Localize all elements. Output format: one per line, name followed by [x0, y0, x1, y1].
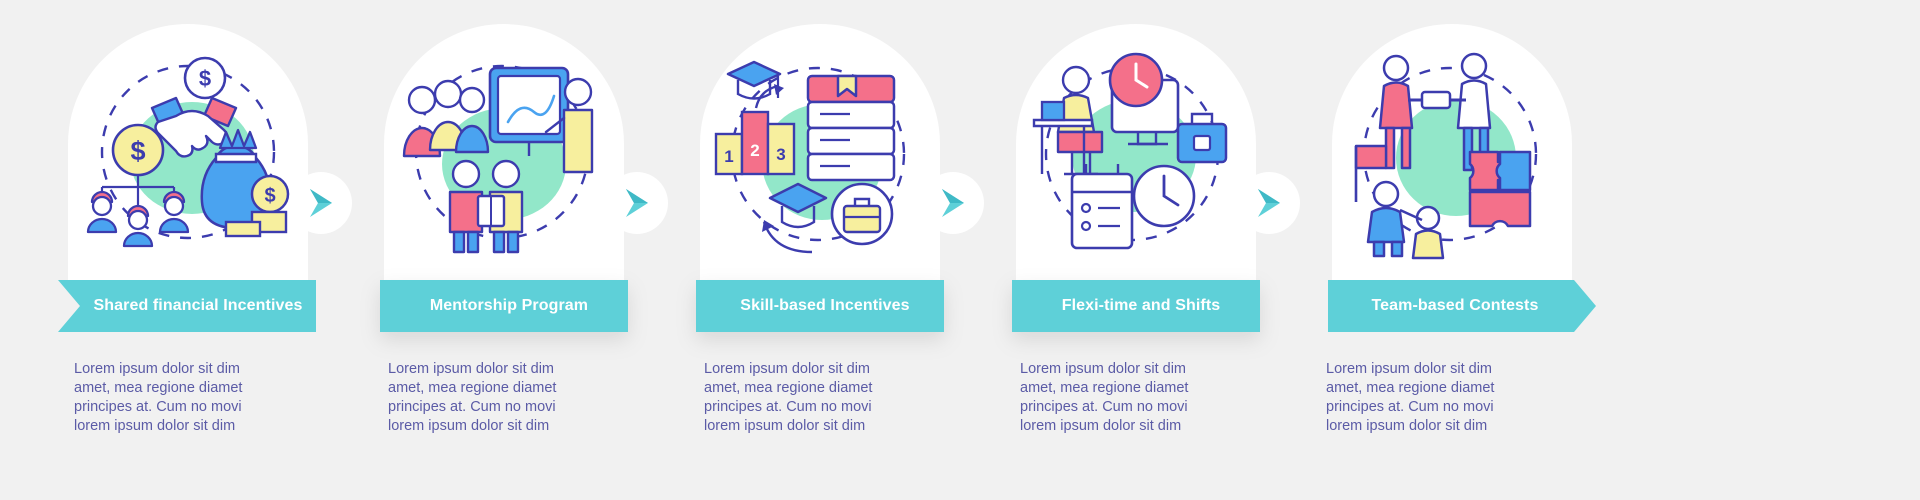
step-column-2: Mentorship Program Lorem ipsum dolor sit… [368, 0, 670, 500]
step-banner-2[interactable]: Mentorship Program [380, 280, 628, 332]
chevron-right-icon [942, 189, 964, 217]
step-title-line1: Flexi-time and [1061, 296, 1171, 314]
step-banner-1[interactable]: Shared financial Incentives [58, 280, 316, 332]
step-column-5: Team-based Contests Lorem ipsum dolor si… [1316, 0, 1618, 500]
step-banner-4[interactable]: Flexi-time and Shifts [1012, 280, 1260, 332]
step-title-line1: Skill-based [740, 296, 826, 314]
svg-text:$: $ [264, 185, 275, 207]
connector-chevron-4 [1238, 172, 1300, 234]
connector-chevron-1 [290, 172, 352, 234]
step-title-3: Skill-based Incentives [730, 297, 909, 315]
step-title-4: Flexi-time and Shifts [1052, 297, 1221, 315]
graduation-books-icon: 1 2 3 [712, 46, 928, 262]
desk-clock-calendar-icon [1028, 46, 1244, 262]
step-title-line2: Program [521, 296, 589, 314]
chevron-right-icon [626, 189, 648, 217]
step-title-line1: Mentorship [429, 296, 518, 314]
step-title-line1: Team-based [1371, 296, 1465, 314]
connector-chevron-2 [606, 172, 668, 234]
step-title-line2: Shifts [1175, 296, 1221, 314]
svg-text:1: 1 [724, 147, 733, 166]
step-description-2: Lorem ipsum dolor sit dim amet, mea regi… [388, 361, 557, 434]
connector-chevron-3 [922, 172, 984, 234]
step-title-line2: Contests [1469, 296, 1539, 314]
step-title-5: Team-based Contests [1372, 297, 1553, 315]
step-column-4: Flexi-time and Shifts Lorem ipsum dolor … [1000, 0, 1302, 500]
svg-text:$: $ [199, 66, 211, 91]
infographic-root: $ $ $ Shared financial Incentives Lorem … [0, 0, 1920, 500]
step-title-line2: Incentives [223, 296, 303, 314]
step-description-3: Lorem ipsum dolor sit dim amet, mea regi… [704, 361, 873, 434]
step-title-2: Mentorship Program [420, 297, 588, 315]
step-title-line1: Shared financial [93, 296, 219, 314]
step-description-4: Lorem ipsum dolor sit dim amet, mea regi… [1020, 361, 1189, 434]
svg-text:2: 2 [750, 141, 759, 160]
step-description-5: Lorem ipsum dolor sit dim amet, mea regi… [1326, 361, 1495, 434]
svg-text:3: 3 [776, 145, 785, 164]
step-title-line2: Incentives [830, 296, 910, 314]
step-banner-5[interactable]: Team-based Contests [1328, 280, 1596, 332]
svg-text:$: $ [130, 136, 145, 166]
presentation-team-icon [396, 46, 612, 262]
chevron-right-icon [310, 189, 332, 217]
step-banner-3[interactable]: Skill-based Incentives [696, 280, 944, 332]
step-column-1: $ $ $ Shared financial Incentives Lorem … [52, 0, 354, 500]
step-description-1: Lorem ipsum dolor sit dim amet, mea regi… [74, 361, 243, 434]
teamwork-climbing-icon [1344, 46, 1560, 262]
step-title-1: Shared financial Incentives [71, 297, 302, 315]
handshake-money-icon: $ $ $ [80, 46, 296, 262]
step-column-3: 1 2 3 Skill-based Incentives Lorem ipsum… [684, 0, 986, 500]
chevron-right-icon [1258, 189, 1280, 217]
